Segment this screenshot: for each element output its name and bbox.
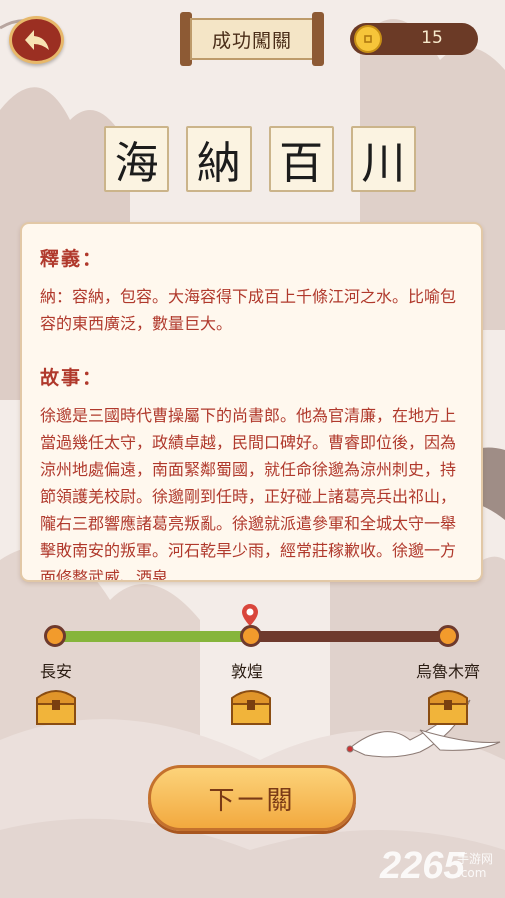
- journey-progress-bar: [43, 625, 461, 647]
- idiom-char-4: 川: [350, 126, 416, 192]
- treasure-chest-icon[interactable]: [228, 684, 274, 728]
- scroll-rod-right: [312, 12, 324, 66]
- meaning-text: 納：容納，包容。大海容得下成百上千條江河之水。比喻包容的東西廣泛，數量巨大。: [40, 287, 457, 333]
- next-level-button[interactable]: 下一關: [148, 765, 356, 831]
- progress-node-start: [44, 625, 66, 647]
- idiom-char-3: 百: [268, 126, 334, 192]
- progress-node-end: [437, 625, 459, 647]
- story-heading: 故事：: [40, 367, 104, 389]
- progress-fill: [55, 631, 252, 642]
- explanation-card[interactable]: 釋義： 納：容納，包容。大海容得下成百上千條江河之水。比喻包容的東西廣泛，數量巨…: [20, 222, 483, 582]
- idiom-char-2: 納: [186, 126, 252, 192]
- watermark-suffix: .com: [457, 866, 487, 880]
- watermark-label: 手游网: [457, 852, 494, 866]
- page-title: 成功闖關: [190, 18, 314, 60]
- coin-count: 15: [421, 28, 443, 48]
- title-scroll: 成功闖關: [180, 12, 324, 66]
- back-arrow-icon: [24, 30, 49, 50]
- story-text: 徐邈是三國時代曹操屬下的尚書郎。他為官清廉，在地方上當過幾任太守，政績卓越，民間…: [40, 406, 457, 582]
- coin-counter: 15: [350, 23, 478, 55]
- city-label-start: 長安: [39, 662, 72, 681]
- meaning-heading: 釋義：: [40, 248, 104, 270]
- treasure-chest-icon[interactable]: [33, 684, 79, 728]
- city-label-middle: 敦煌: [230, 662, 263, 681]
- location-pin-icon: [242, 604, 258, 626]
- watermark-logo: 2265: [380, 845, 465, 887]
- city-label-end: 烏魯木齊: [415, 662, 480, 681]
- coin-icon: [354, 25, 382, 53]
- treasure-chest-icon[interactable]: [425, 684, 471, 728]
- idiom-char-1: 海: [104, 126, 170, 192]
- progress-node-middle: [240, 625, 262, 647]
- idiom-characters: 海 納 百 川: [104, 126, 416, 192]
- back-button[interactable]: [9, 16, 64, 64]
